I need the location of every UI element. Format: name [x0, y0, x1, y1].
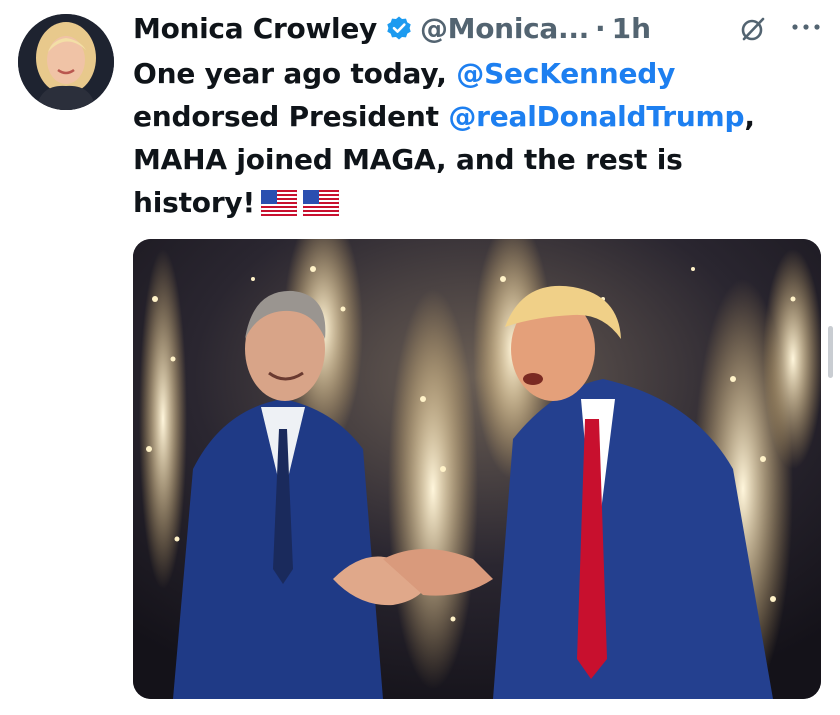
tweet-card[interactable]: Monica Crowley @Monica... · 1h One year …: [0, 0, 840, 715]
tweet-line-4: history!: [133, 181, 813, 228]
avatar-photo: [18, 14, 114, 110]
verified-badge-icon: [386, 15, 412, 41]
scrollbar[interactable]: [828, 326, 833, 378]
grok-slash-icon[interactable]: [738, 14, 768, 44]
tweet-line-2: endorsed President @realDonaldTrump,: [133, 95, 813, 138]
mention-realdonaldtrump[interactable]: @realDonaldTrump: [448, 100, 744, 133]
us-flag-emoji: [260, 185, 298, 228]
display-name[interactable]: Monica Crowley: [133, 12, 377, 45]
separator-dot: ·: [595, 11, 606, 45]
tweet-header: Monica Crowley @Monica... · 1h: [133, 8, 651, 48]
text-segment: history!: [133, 186, 256, 219]
tweet-photo[interactable]: [133, 239, 821, 699]
mention-seckennedy[interactable]: @SecKennedy: [456, 57, 675, 90]
tweet-text: One year ago today, @SecKennedy endorsed…: [133, 52, 813, 228]
us-flag-emoji: [302, 185, 340, 228]
text-segment: One year ago today,: [133, 57, 457, 90]
avatar[interactable]: [18, 14, 114, 110]
more-ellipsis-icon[interactable]: [788, 12, 824, 42]
text-segment: ,: [744, 100, 755, 133]
handle[interactable]: @Monica...: [420, 12, 589, 45]
photo-handshake: [133, 239, 821, 699]
tweet-line-1: One year ago today, @SecKennedy: [133, 52, 813, 95]
tweet-line-3: MAHA joined MAGA, and the rest is: [133, 143, 683, 176]
text-segment: endorsed President: [133, 100, 449, 133]
timestamp[interactable]: 1h: [612, 12, 651, 45]
